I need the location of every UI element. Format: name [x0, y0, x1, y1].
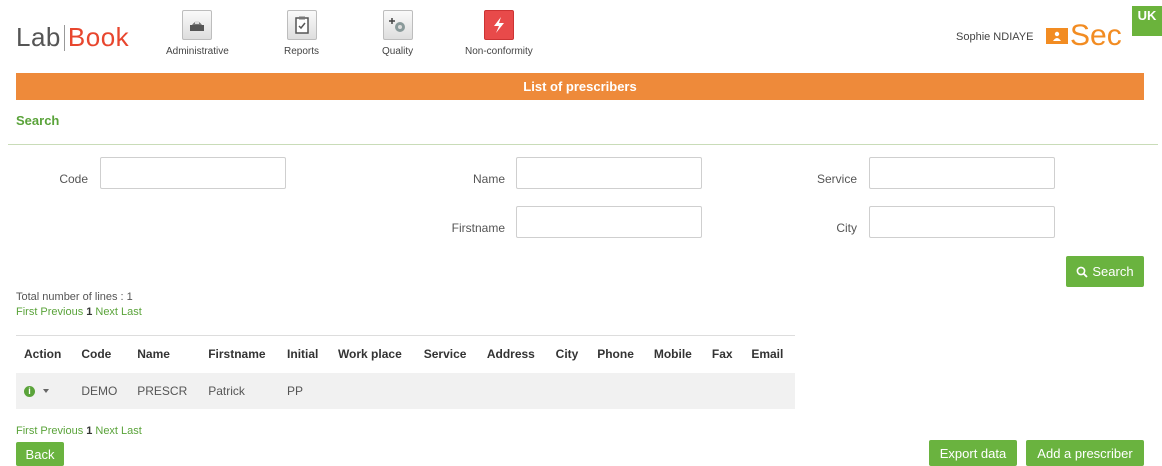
action-cell[interactable]: i [16, 372, 74, 409]
language-switch[interactable]: UK [1132, 6, 1162, 36]
nav-label: Administrative [166, 46, 229, 57]
code-input[interactable] [100, 157, 286, 189]
cell-firstname: Patrick [200, 372, 280, 409]
total-lines: Total number of lines : 1 [16, 291, 133, 303]
nav-item-reports[interactable]: Reports [284, 10, 319, 57]
nav-label: Quality [382, 46, 414, 57]
column-header: Phone [589, 335, 646, 373]
back-button[interactable]: Back [16, 442, 64, 466]
column-header: Firstname [200, 335, 280, 373]
pager-previous[interactable]: Previous [40, 306, 83, 318]
column-header: Address [478, 335, 548, 373]
column-header: Fax [703, 335, 744, 373]
nav-item-administrative[interactable]: Administrative [166, 10, 229, 57]
cell-address [478, 372, 548, 409]
firstname-input[interactable] [516, 206, 702, 238]
pagination-bottom: First Previous 1 Next Last [16, 425, 145, 437]
user-icon [1046, 28, 1068, 44]
cell-name: PRESCR [129, 372, 201, 409]
cell-service [415, 372, 479, 409]
cell-city [547, 372, 590, 409]
cell-phone [589, 372, 646, 409]
table-row: i DEMO PRESCR Patrick PP [16, 372, 795, 409]
pager-previous[interactable]: Previous [40, 425, 83, 437]
firstname-label: Firstname [451, 221, 505, 235]
service-input[interactable] [869, 157, 1055, 189]
info-icon[interactable]: i [24, 385, 35, 397]
column-header: Initial [279, 335, 330, 373]
column-header: Action [16, 335, 74, 373]
column-header: Work place [329, 335, 416, 373]
column-header: Code [73, 335, 130, 373]
pager-last[interactable]: Last [121, 306, 142, 318]
pager-current: 1 [86, 425, 93, 437]
cell-code: DEMO [73, 372, 130, 409]
nav-item-quality[interactable]: Quality [382, 10, 413, 57]
search-button[interactable]: Search [1066, 256, 1144, 287]
section-divider [8, 144, 1158, 145]
non-conformity-icon [483, 10, 514, 40]
pager-last[interactable]: Last [121, 425, 142, 437]
prescribers-table: Action Code Name Firstname Initial Work … [16, 335, 795, 409]
pager-first[interactable]: First [16, 306, 37, 318]
nav-label: Reports [284, 46, 320, 57]
name-input[interactable] [516, 157, 702, 189]
search-button-label: Search [1092, 264, 1134, 279]
administrative-icon [182, 10, 213, 40]
logo-separator [63, 25, 65, 51]
export-data-button[interactable]: Export data [929, 440, 1017, 466]
nav-item-non-conformity[interactable]: Non-conformity [465, 10, 533, 57]
nav-label: Non-conformity [465, 46, 533, 57]
page-title: List of prescribers [16, 73, 1144, 100]
cell-work-place [329, 372, 416, 409]
code-label: Code [59, 172, 88, 186]
user-name[interactable]: Sophie NDIAYE [956, 31, 1033, 43]
search-icon [1076, 266, 1089, 278]
chevron-down-icon[interactable] [43, 389, 49, 394]
search-heading: Search [16, 113, 60, 128]
logo-right-text: Book [67, 22, 130, 52]
name-label: Name [472, 172, 505, 186]
column-header: City [547, 335, 590, 373]
table-header-row: Action Code Name Firstname Initial Work … [16, 335, 795, 373]
add-prescriber-button[interactable]: Add a prescriber [1026, 440, 1144, 466]
labbook-logo[interactable]: Lab Book [16, 22, 129, 53]
column-header: Email [743, 335, 795, 373]
reports-icon [286, 10, 317, 40]
pager-next[interactable]: Next [95, 425, 118, 437]
cell-email [743, 372, 795, 409]
city-label: City [836, 221, 857, 235]
logo-left-text: Lab [16, 22, 61, 52]
column-header: Service [415, 335, 479, 373]
pagination-top: First Previous 1 Next Last [16, 306, 145, 318]
quality-icon [382, 10, 413, 40]
sec-logo: Sec [1046, 20, 1122, 52]
brand-text: Sec [1070, 19, 1122, 52]
pager-first[interactable]: First [16, 425, 37, 437]
column-header: Mobile [645, 335, 704, 373]
app-header: Lab Book Administrative Reports Quality N… [0, 0, 1162, 72]
cell-mobile [645, 372, 704, 409]
pager-next[interactable]: Next [95, 306, 118, 318]
column-header: Name [129, 335, 201, 373]
cell-fax [703, 372, 744, 409]
pager-current: 1 [86, 306, 93, 318]
service-label: Service [816, 172, 857, 186]
cell-initial: PP [279, 372, 330, 409]
city-input[interactable] [869, 206, 1055, 238]
